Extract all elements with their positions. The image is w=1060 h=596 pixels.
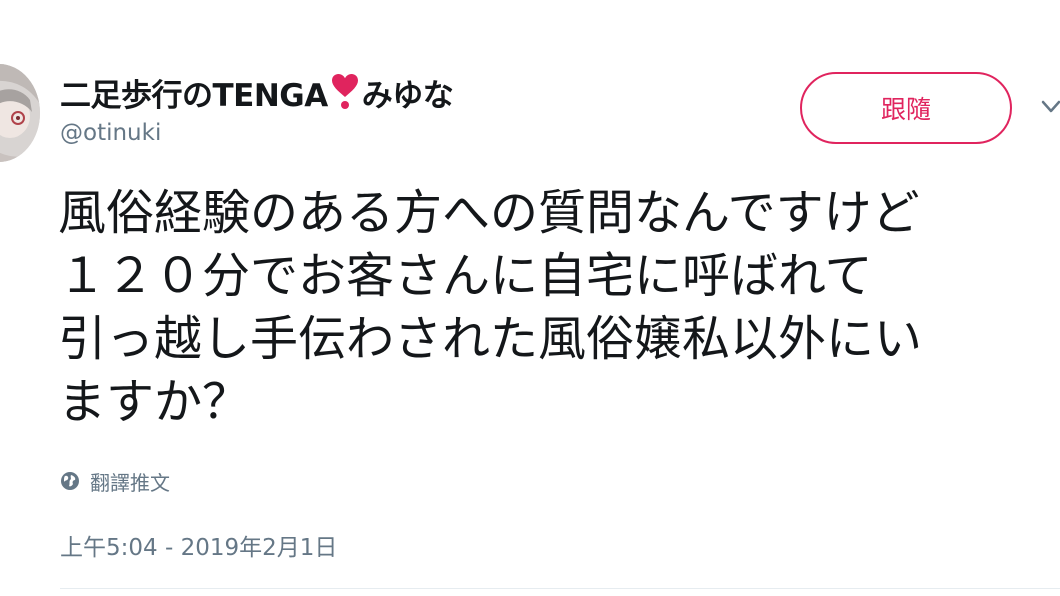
tweet-text: 風俗経験のある方への質問なんですけど １２０分でお客さんに自宅に呼ばれて 引っ越… <box>58 182 1060 434</box>
display-name-prefix: 二足歩行のTENGA <box>60 77 328 114</box>
tweet-line: 風俗経験のある方への質問なんですけど <box>58 185 920 241</box>
follow-button[interactable]: 跟隨 <box>800 72 1012 144</box>
translate-tweet-link[interactable]: 翻譯推文 <box>60 466 170 496</box>
tweet-line: １２０分でお客さんに自宅に呼ばれて <box>58 248 873 304</box>
tweet-card: 二足歩行のTENGA みゆな @otinuki 跟隨 風俗経験のある方への質問な… <box>0 0 1060 596</box>
display-name-suffix: みゆな <box>361 77 454 114</box>
tweet-line: ますか？ <box>58 374 251 430</box>
display-name[interactable]: 二足歩行のTENGA みゆな <box>60 70 454 114</box>
chevron-down-icon[interactable] <box>1040 96 1060 118</box>
tweet-line: 引っ越し手伝わされた風俗嬢私以外にい <box>58 311 923 367</box>
user-handle[interactable]: @otinuki <box>60 120 161 146</box>
translate-label: 翻譯推文 <box>90 470 170 495</box>
heavy-heart-exclamation-icon <box>331 74 358 109</box>
avatar[interactable] <box>0 64 40 162</box>
divider <box>60 588 1060 589</box>
globe-icon <box>61 472 79 490</box>
follow-button-label: 跟隨 <box>880 95 931 124</box>
tweet-timestamp[interactable]: 上午5:04 - 2019年2月1日 <box>60 528 337 562</box>
